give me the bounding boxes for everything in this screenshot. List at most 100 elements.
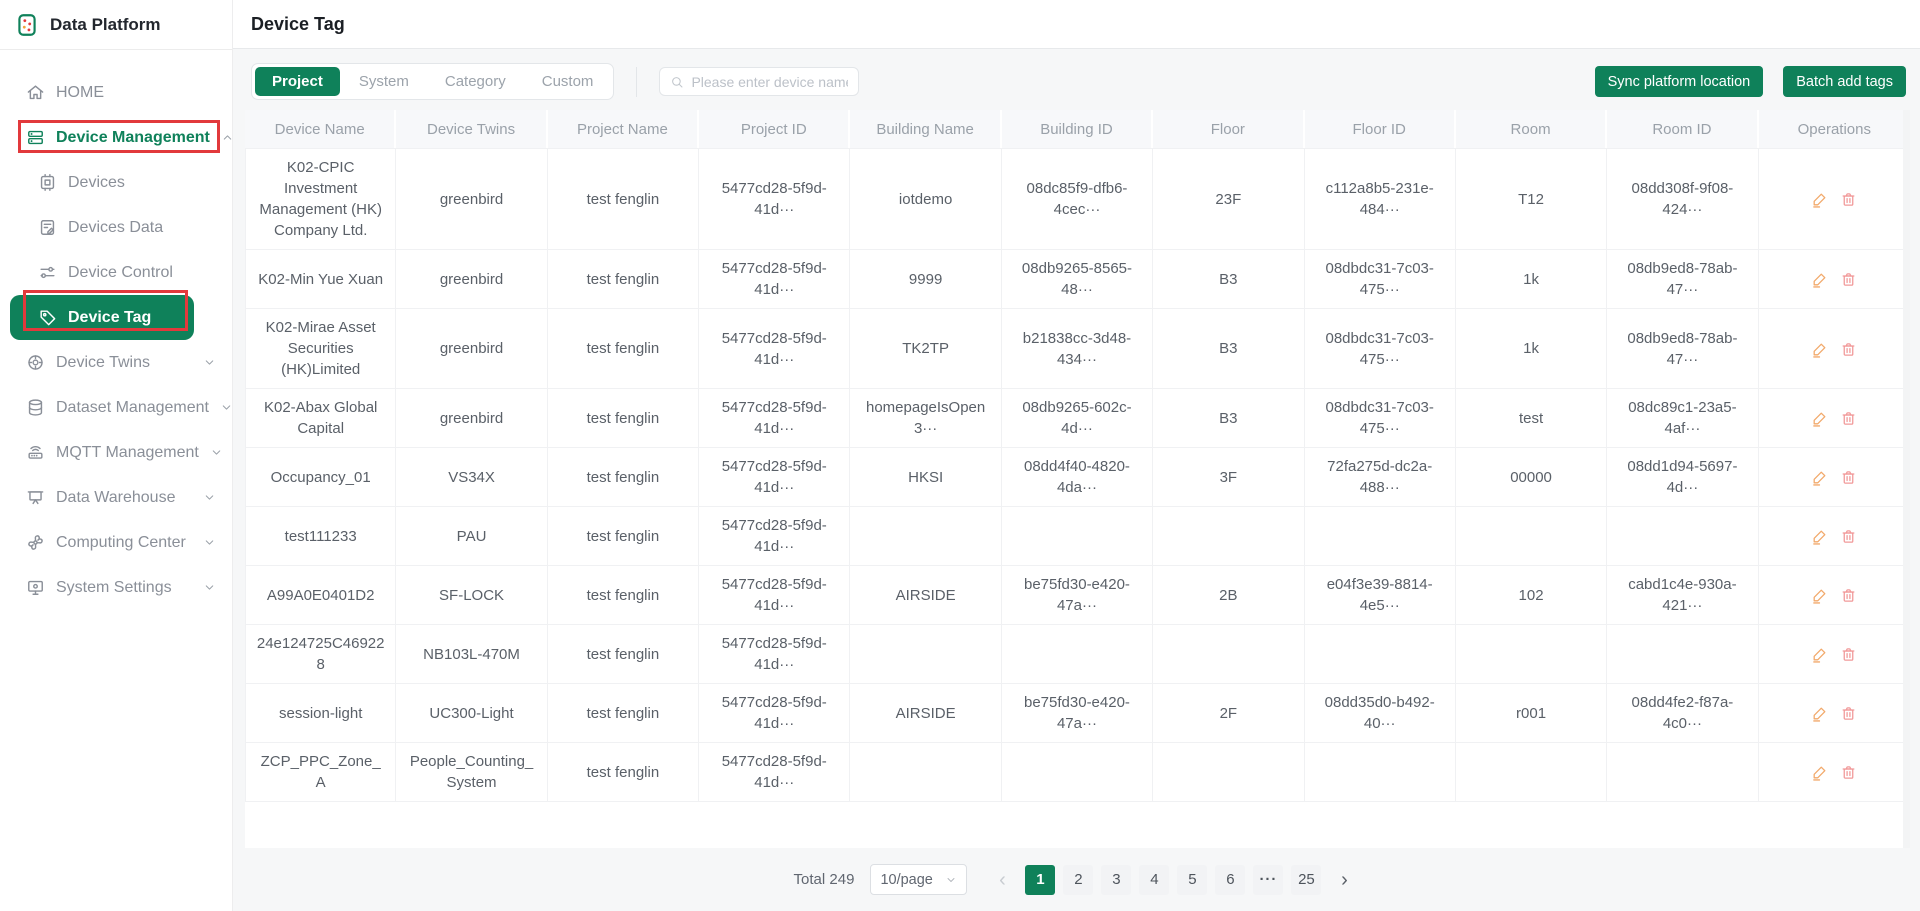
tab-category[interactable]: Category xyxy=(428,67,523,96)
column-header-operations: Operations xyxy=(1758,110,1910,148)
sidebar-item-label: Device Control xyxy=(68,263,173,281)
cell-device-twins: greenbird xyxy=(396,148,548,250)
edit-icon[interactable] xyxy=(1811,587,1828,604)
sidebar-item-home[interactable]: HOME xyxy=(0,70,232,115)
sidebar-item-device-control[interactable]: Device Control xyxy=(0,250,232,295)
cell-device-twins: UC300-Light xyxy=(396,684,548,743)
page-button-3[interactable]: 3 xyxy=(1101,864,1132,895)
delete-icon[interactable] xyxy=(1840,469,1857,486)
cell-device-twins: VS34X xyxy=(396,448,548,507)
cell-project-name: test fenglin xyxy=(547,448,700,507)
edit-icon[interactable] xyxy=(1811,271,1828,288)
chevron-down-icon xyxy=(203,356,216,369)
next-page-button[interactable]: › xyxy=(1329,865,1359,895)
delete-icon[interactable] xyxy=(1840,410,1857,427)
search-icon xyxy=(670,75,684,89)
cell-operations xyxy=(1758,566,1910,625)
batch-add-tags-button[interactable]: Batch add tags xyxy=(1783,66,1906,97)
prev-page-button[interactable]: ‹ xyxy=(987,865,1017,895)
cell-device-name: Occupancy_01 xyxy=(245,448,397,507)
edit-icon[interactable] xyxy=(1811,191,1828,208)
delete-icon[interactable] xyxy=(1840,705,1857,722)
main-content: Device Tag ProjectSystemCategoryCustom S… xyxy=(233,0,1920,911)
tab-custom[interactable]: Custom xyxy=(525,67,611,96)
cell-building-id: 08db9265-8565-48··· xyxy=(1001,250,1154,309)
delete-icon[interactable] xyxy=(1840,271,1857,288)
cell-room-id: 08dc89c1-23a5-4af··· xyxy=(1607,389,1759,448)
delete-icon[interactable] xyxy=(1840,587,1857,604)
cell-project-name: test fenglin xyxy=(547,625,700,684)
cell-floor xyxy=(1153,507,1305,566)
dataset-management-icon xyxy=(26,398,45,417)
toolbar-divider xyxy=(636,66,638,97)
cell-room: 1k xyxy=(1455,309,1608,389)
page-button-25[interactable]: 25 xyxy=(1291,864,1322,895)
devices-icon xyxy=(38,173,57,192)
sidebar-item-dataset-management[interactable]: Dataset Management xyxy=(0,385,232,430)
table-row: ZCP_PPC_Zone_A People_Counting_System test… xyxy=(245,743,1910,802)
scrollbar-track[interactable] xyxy=(1903,110,1910,848)
cell-device-name: K02-Mirae Asset Securities (HK)Limited xyxy=(245,309,397,389)
table-row: K02-Min Yue Xuan greenbird test fenglin 547… xyxy=(245,250,1910,309)
page-ellipsis[interactable]: ··· xyxy=(1253,864,1284,895)
sidebar-item-device-management[interactable]: Device Management xyxy=(0,115,232,160)
sidebar-item-computing-center[interactable]: Computing Center xyxy=(0,520,232,565)
delete-icon[interactable] xyxy=(1840,341,1857,358)
cell-floor-id xyxy=(1304,743,1456,802)
cell-building-id: b21838cc-3d48-434··· xyxy=(1001,309,1154,389)
device-control-icon xyxy=(38,263,57,282)
table-header-row: Device Name Device Twins Project Name Proje… xyxy=(245,110,1910,148)
page-button-5[interactable]: 5 xyxy=(1177,864,1208,895)
page-size-select[interactable]: 10/page xyxy=(870,864,968,895)
edit-icon[interactable] xyxy=(1811,528,1828,545)
cell-project-name: test fenglin xyxy=(547,684,700,743)
cell-building-name: AIRSIDE xyxy=(850,566,1002,625)
delete-icon[interactable] xyxy=(1840,646,1857,663)
page-button-2[interactable]: 2 xyxy=(1063,864,1094,895)
sync-platform-location-button[interactable]: Sync platform location xyxy=(1594,66,1764,97)
search-input[interactable] xyxy=(691,73,849,90)
device-tag-table: Device Name Device Twins Project Name Proje… xyxy=(245,110,1910,802)
cell-project-id: 5477cd28-5f9d-41d··· xyxy=(699,309,851,389)
sidebar-item-device-twins[interactable]: Device Twins xyxy=(0,340,232,385)
search-box[interactable] xyxy=(659,67,860,96)
cell-floor-id: 08dbdc31-7c03-475··· xyxy=(1304,309,1456,389)
delete-icon[interactable] xyxy=(1840,528,1857,545)
sidebar-item-data-warehouse[interactable]: Data Warehouse xyxy=(0,475,232,520)
sidebar-item-label: HOME xyxy=(56,83,104,101)
cell-floor-id: 08dd35d0-b492-40··· xyxy=(1304,684,1456,743)
edit-icon[interactable] xyxy=(1811,646,1828,663)
edit-icon[interactable] xyxy=(1811,341,1828,358)
sidebar-item-mqtt-management[interactable]: MQTT Management xyxy=(0,430,232,475)
sidebar-item-label: Dataset Management xyxy=(56,398,209,416)
edit-icon[interactable] xyxy=(1811,469,1828,486)
tab-project[interactable]: Project xyxy=(255,67,340,96)
data-warehouse-icon xyxy=(26,488,45,507)
sidebar-item-system-settings[interactable]: System Settings xyxy=(0,565,232,610)
column-header-device-name: Device Name xyxy=(245,110,397,148)
page-button-6[interactable]: 6 xyxy=(1215,864,1246,895)
sidebar-item-device-tag[interactable]: Device Tag xyxy=(10,295,194,340)
sidebar-item-devices-data[interactable]: Devices Data xyxy=(0,205,232,250)
page-button-1[interactable]: 1 xyxy=(1025,864,1056,895)
page-title: Device Tag xyxy=(251,13,345,34)
cell-floor-id xyxy=(1304,625,1456,684)
data-platform-logo-icon xyxy=(14,12,40,38)
sidebar-item-devices[interactable]: Devices xyxy=(0,160,232,205)
cell-operations xyxy=(1758,625,1910,684)
column-header-room: Room xyxy=(1455,110,1608,148)
delete-icon[interactable] xyxy=(1840,764,1857,781)
page-button-4[interactable]: 4 xyxy=(1139,864,1170,895)
edit-icon[interactable] xyxy=(1811,705,1828,722)
cell-room-id: 08dd308f-9f08-424··· xyxy=(1607,148,1759,250)
tab-system[interactable]: System xyxy=(342,67,426,96)
delete-icon[interactable] xyxy=(1840,191,1857,208)
edit-icon[interactable] xyxy=(1811,764,1828,781)
page-size-value: 10/page xyxy=(880,871,933,888)
system-settings-icon xyxy=(26,578,45,597)
sidebar-item-label: System Settings xyxy=(56,578,172,596)
cell-device-name: 24e124725C469228 xyxy=(245,625,397,684)
cell-building-id: 08dc85f9-dfb6-4cec··· xyxy=(1001,148,1154,250)
edit-icon[interactable] xyxy=(1811,410,1828,427)
cell-room-id: cabd1c4e-930a-421··· xyxy=(1607,566,1759,625)
